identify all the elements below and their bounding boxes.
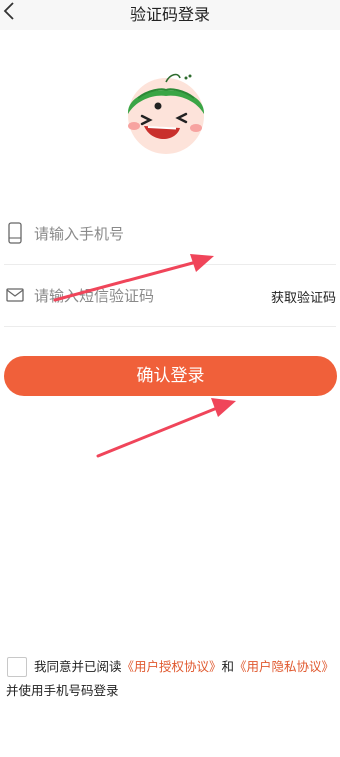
confirm-login-button[interactable]: 确认登录 xyxy=(4,356,337,396)
envelope-icon xyxy=(6,288,24,302)
watermelon-mascot-illustration xyxy=(127,73,205,154)
header-bar: 验证码登录 xyxy=(0,0,340,30)
user-auth-agreement-link[interactable]: 《用户授权协议》 xyxy=(122,659,222,674)
page-title: 验证码登录 xyxy=(129,5,210,24)
phone-icon xyxy=(8,222,22,244)
privacy-agreement-link[interactable]: 《用户隐私协议》 xyxy=(234,659,334,674)
agreement-suffix: 并使用手机号码登录 xyxy=(6,683,119,698)
phone-field xyxy=(4,202,336,265)
agreement-prefix: 我同意并已阅读 xyxy=(34,659,122,674)
agreement-and: 和 xyxy=(221,659,235,674)
agreement-text: 我同意并已阅读《用户授权协议》和《用户隐私协议》并使用手机号码登录 xyxy=(6,655,336,703)
annotation-arrow-icon xyxy=(96,398,236,458)
get-code-button[interactable]: 获取验证码 xyxy=(271,287,336,306)
sms-code-field: 获取验证码 xyxy=(4,264,336,327)
agreement-checkbox[interactable] xyxy=(7,657,27,677)
agreement-section: 我同意并已阅读《用户授权协议》和《用户隐私协议》并使用手机号码登录 xyxy=(6,655,336,703)
phone-input[interactable] xyxy=(34,221,264,247)
sms-code-input[interactable] xyxy=(34,283,264,309)
